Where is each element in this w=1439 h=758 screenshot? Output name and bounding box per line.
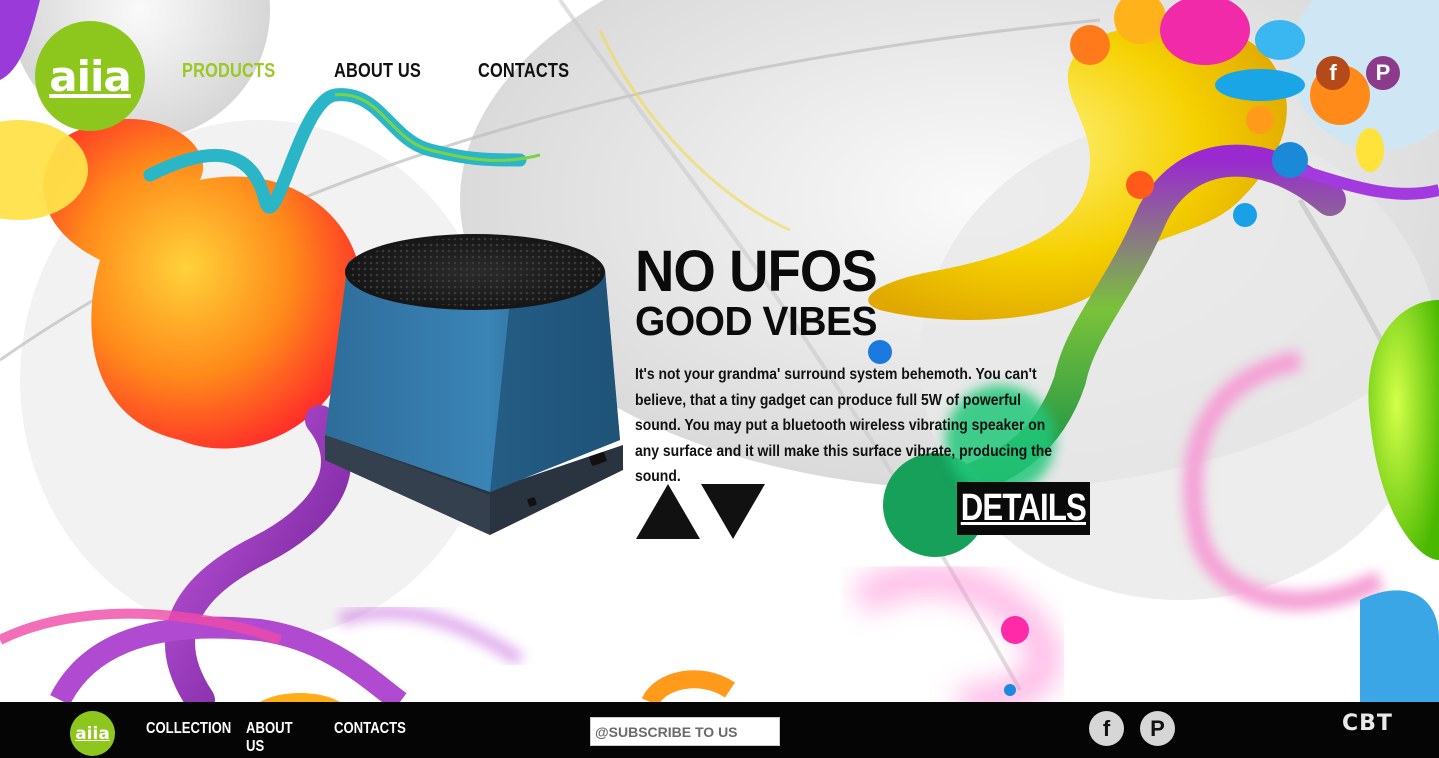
facebook-icon[interactable]: f bbox=[1316, 56, 1350, 90]
footer-nav-about-us[interactable]: ABOUT US bbox=[246, 720, 302, 756]
footer: aiia COLLECTION ABOUT US CONTACTS f P CB… bbox=[0, 702, 1439, 758]
subscribe-input[interactable] bbox=[590, 717, 780, 746]
details-label: DETAILS bbox=[960, 487, 1087, 529]
hero-headline: NO UFOS bbox=[635, 239, 878, 304]
nav-contacts[interactable]: CONTACTS bbox=[478, 60, 569, 83]
hero-stage: aiia PRODUCTS ABOUT US CONTACTS f P NO U… bbox=[0, 0, 1439, 702]
footer-nav-collection[interactable]: COLLECTION bbox=[146, 720, 231, 756]
footer-nav: COLLECTION ABOUT US CONTACTS bbox=[146, 720, 406, 756]
triangle-up-icon[interactable] bbox=[636, 484, 700, 539]
hero-description: It's not your grandma' surround system b… bbox=[635, 366, 1053, 485]
footer-social-links: f P bbox=[1089, 711, 1175, 746]
speaker-product-image bbox=[325, 234, 623, 535]
cbt-credit-logo[interactable]: CBT bbox=[1342, 711, 1393, 736]
nav-about-us[interactable]: ABOUT US bbox=[334, 60, 421, 83]
nav-products[interactable]: PRODUCTS bbox=[182, 60, 275, 83]
social-links-top: f P bbox=[1316, 56, 1400, 90]
abstract-background-art bbox=[0, 0, 1439, 702]
triangle-down-icon[interactable] bbox=[701, 484, 765, 539]
details-button[interactable]: DETAILS bbox=[957, 482, 1090, 535]
aiia-logo[interactable]: aiia bbox=[35, 21, 145, 131]
facebook-icon[interactable]: f bbox=[1089, 711, 1124, 746]
hero-subheadline: GOOD VIBES bbox=[635, 298, 877, 344]
footer-nav-contacts[interactable]: CONTACTS bbox=[334, 720, 406, 756]
main-nav: PRODUCTS ABOUT US CONTACTS bbox=[182, 60, 589, 83]
footer-logo[interactable]: aiia bbox=[70, 711, 115, 756]
pinterest-icon[interactable]: P bbox=[1366, 56, 1400, 90]
pinterest-icon[interactable]: P bbox=[1140, 711, 1175, 746]
